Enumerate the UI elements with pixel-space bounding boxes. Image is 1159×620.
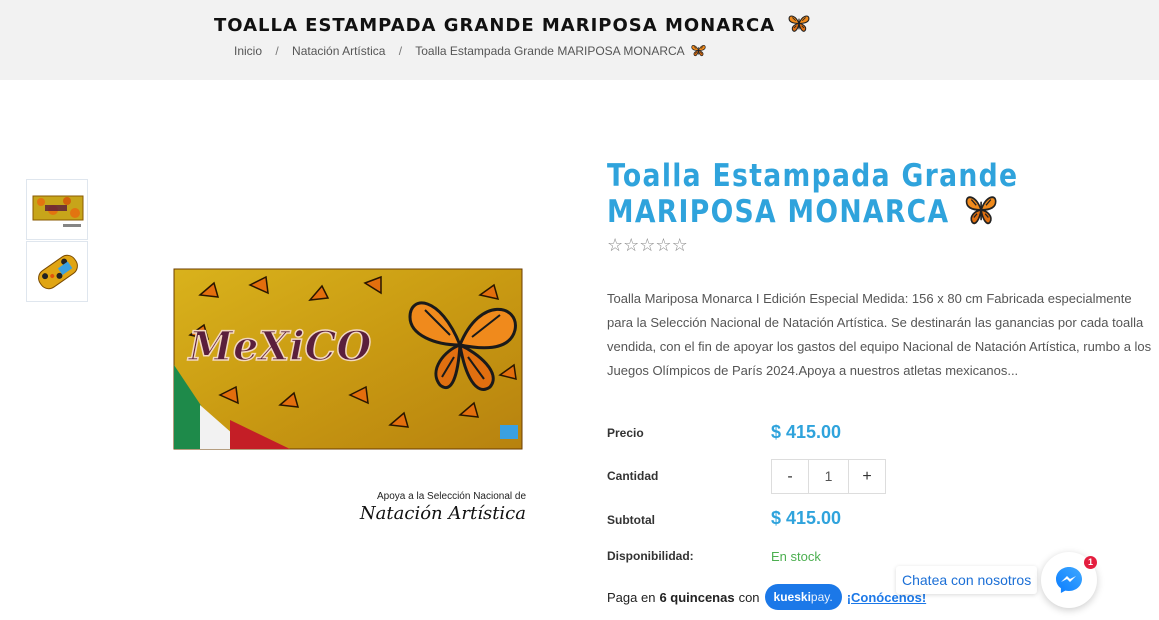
quantity-decrease-button[interactable]: - [772,460,808,493]
breadcrumb-item-current: Toalla Estampada Grande MARIPOSA MONARCA [415,44,685,58]
breadcrumb-separator: / [275,44,279,58]
quantity-stepper: - 1 + [771,459,886,494]
gallery-thumbnail-1[interactable] [26,179,88,240]
availability-label: Disponibilidad: [607,549,694,563]
kueski-connector: con [738,589,760,605]
star-outline-icon: ☆ [655,235,672,256]
price-value: $ 415.00 [771,422,842,442]
quantity-label: Cantidad [607,469,659,483]
quantity-increase-button[interactable]: + [849,460,885,493]
kueski-pay-logo[interactable]: kueski pay. [764,584,842,610]
kueski-installments: 6 quincenas [659,589,735,605]
image-caption-line-2: Natación Artística [359,503,526,524]
quantity-input[interactable]: 1 [808,460,849,493]
butterfly-icon [691,44,706,57]
star-outline-icon: ☆ [623,235,640,256]
page-header [0,0,1159,80]
chat-prompt-label[interactable]: Chatea con nosotros [896,566,1038,594]
rating-stars[interactable]: ☆☆☆☆☆ [607,235,688,256]
kueski-brand-suffix: pay. [810,590,833,604]
subtotal-value: $ 415.00 [771,508,842,528]
page-title: TOALLA ESTAMPADA GRANDE MARIPOSA MONARCA [214,14,810,36]
butterfly-icon [788,14,810,33]
price-label: Precio [607,426,644,440]
availability-status: En stock [771,549,821,564]
image-caption-line-1: Apoya a la Selección Nacional de [377,491,526,502]
towel-print-text: MeXiCO [187,323,372,370]
butterfly-icon [965,194,998,226]
breadcrumb-item-inicio[interactable]: Inicio [234,44,262,58]
breadcrumb-item-category[interactable]: Natación Artística [292,44,385,58]
messenger-icon [1056,567,1082,593]
product-main-image[interactable]: MeXiCO Apoya a la Selección Nacional de … [160,255,540,545]
star-outline-icon: ☆ [639,235,656,256]
star-outline-icon: ☆ [607,235,624,256]
star-outline-icon: ☆ [671,235,688,256]
page-title-text: TOALLA ESTAMPADA GRANDE MARIPOSA MONARCA [214,15,776,36]
rolled-towel-thumbnail-image [38,254,78,290]
chat-notification-badge: 1 [1084,556,1097,569]
kueski-pay-banner: Paga en 6 quincenas con kueski pay. ¡Conó… [607,584,926,610]
breadcrumb: Inicio / Natación Artística / Toalla Est… [234,44,706,58]
towel-image: MeXiCO Apoya a la Selección Nacional de … [173,268,526,524]
subtotal-label: Subtotal [607,513,655,527]
product-description: Toalla Mariposa Monarca I Edición Especi… [607,291,1152,378]
kueski-brand: kueski [773,590,811,604]
product-title-text: Toalla Estampada Grande MARIPOSA MONARCA [607,158,1019,230]
towel-thumbnail-image [32,195,84,227]
gallery-thumbnail-2[interactable] [26,241,88,302]
product-title: Toalla Estampada Grande MARIPOSA MONARCA [607,158,1054,230]
breadcrumb-separator: / [398,44,403,58]
kueski-prefix: Paga en [607,589,656,605]
